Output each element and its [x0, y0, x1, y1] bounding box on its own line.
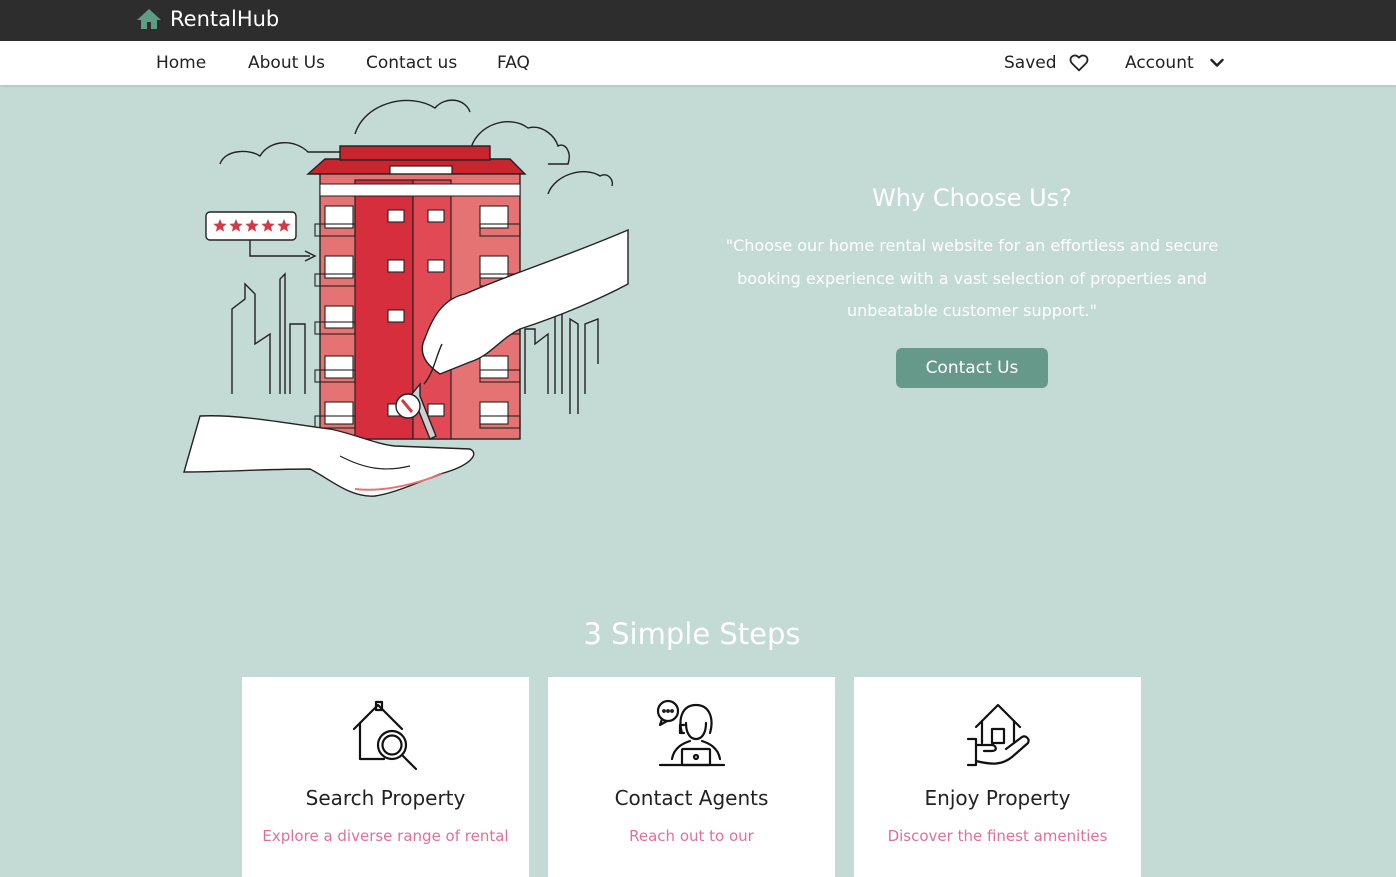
agent-icon	[656, 699, 725, 767]
account-label: Account	[1125, 53, 1194, 73]
step-text: Explore a diverse range of rental	[262, 827, 509, 845]
brand-name: RentalHub	[170, 7, 280, 31]
nav-home[interactable]: Home	[156, 51, 206, 75]
why-choose-us-section: Why Choose Us? "Choose our home rental w…	[712, 180, 1232, 388]
step-title: Contact Agents	[614, 786, 769, 810]
account-dropdown[interactable]: Account	[1125, 51, 1224, 75]
nav-contact-us[interactable]: Contact us	[366, 51, 457, 75]
house-search-icon	[352, 700, 417, 771]
heart-icon	[1069, 54, 1088, 72]
why-heading: Why Choose Us?	[872, 184, 1072, 212]
home-icon	[137, 9, 161, 29]
nav-about-us[interactable]: About Us	[248, 51, 325, 75]
step-title: Search Property	[305, 786, 466, 810]
chevron-down-icon	[1209, 58, 1224, 67]
brand[interactable]: RentalHub	[136, 5, 279, 33]
nav-faq[interactable]: FAQ	[497, 51, 530, 75]
step-text: Reach out to our	[629, 827, 754, 845]
step-card-search[interactable]: Search Property Explore a diverse range …	[242, 677, 529, 877]
rating-bubble	[205, 211, 317, 262]
step-text: Discover the finest amenities	[887, 827, 1108, 845]
steps-title: 3 Simple Steps	[583, 617, 801, 651]
nav-bar: Home About Us Contact us FAQ Saved Accou…	[0, 41, 1396, 85]
step-card-contact[interactable]: Contact Agents Reach out to our	[548, 677, 835, 877]
saved-link[interactable]: Saved	[1004, 51, 1089, 75]
top-bar: RentalHub	[0, 0, 1396, 41]
step-title: Enjoy Property	[924, 786, 1071, 810]
contact-us-button[interactable]: Contact Us	[896, 347, 1048, 388]
step-card-enjoy[interactable]: Enjoy Property Discover the finest ameni…	[854, 677, 1141, 877]
saved-label: Saved	[1004, 53, 1057, 73]
hero-illustration	[183, 99, 629, 497]
why-text: "Choose our home rental website for an e…	[725, 236, 1219, 320]
house-in-hand-icon	[966, 703, 1030, 767]
